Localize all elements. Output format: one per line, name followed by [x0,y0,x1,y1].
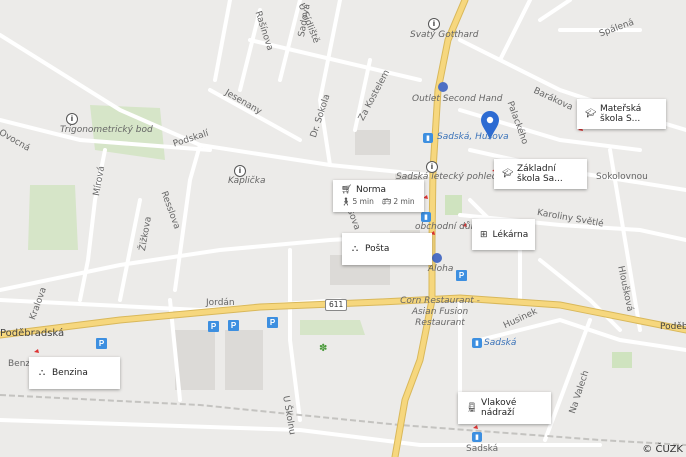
poi-card-posta[interactable]: ⛬ Pošta [342,233,432,265]
pharmacy-cross-icon: ⊞ [480,229,488,240]
parking-icon[interactable]: P [267,317,278,328]
copyright-label: © ČUZK [642,444,683,455]
street-label: Poděbradská [0,328,65,339]
parking-icon[interactable]: P [208,321,219,332]
bus-stop-icon[interactable]: ▮ [421,212,431,222]
poi-card-norma[interactable]: 🛒︎ Norma 🚶︎ 5 min 🚌︎ 2 min [333,180,424,212]
green-area [612,352,632,368]
place-label-obchodni-dum: obchodní dům [415,222,480,232]
poi-card-label: Mateřská škola S... [600,104,642,124]
poi-card-label: Základní škola Sa... [517,164,563,184]
poi-card-vlakove-nadrazi[interactable]: 🚆︎ Vlakové nádraží [458,392,551,424]
green-area [300,320,365,335]
place-label-aloha: Aloha [428,264,454,274]
place-label-outlet: Outlet Second Hand [412,94,503,104]
graduation-cap-icon: 🎓︎ [585,109,597,119]
train-station-icon[interactable]: ▮ [472,432,482,442]
shop-icon[interactable] [432,253,442,263]
route-shield: 611 [325,299,348,311]
place-label-trig-point: Trigonometrický bod [60,125,153,135]
poi-card-label: Benzina [52,368,88,378]
graduation-cap-icon: 🎓︎ [502,169,514,179]
place-label-sadska-husova: Sadská, Husova [437,132,509,142]
walking-icon: 🚶︎ [341,197,351,206]
place-label-kaplicka: Kaplička [228,176,266,186]
place-label-svaty-gotthard: Svatý Gotthard [410,30,479,40]
network-icon: ⛬ [351,244,359,254]
bus-stop-icon[interactable]: ▮ [423,133,433,143]
shopping-cart-icon: 🛒︎ [341,185,353,195]
place-label-corn-restaurant: Corn Restaurant - Asian Fusion Restauran… [400,296,480,328]
poi-card-label: Vlakové nádraží [481,398,517,418]
street-label: Sokolovnou [596,172,648,182]
poi-card-label: Lékárna [492,229,529,240]
bus-stop-icon[interactable]: ▮ [472,338,482,348]
bus-icon: 🚌︎ [381,197,392,206]
place-label-sadska-station: Sadská [466,444,499,454]
poi-card-label: Pošta [365,244,390,254]
street-label: Poděbradská [660,322,686,332]
shop-icon[interactable] [438,82,448,92]
map-canvas[interactable]: Svatý Gotthard Outlet Second Hand Trigon… [0,0,686,457]
place-label-sadska-bus: Sadská [484,338,517,348]
walk-time: 5 min [352,197,374,206]
playground-icon[interactable]: ✽ [319,343,327,354]
info-icon[interactable]: i [66,113,78,125]
green-area [28,185,78,250]
info-icon[interactable]: i [234,165,246,177]
poi-card-lekarna[interactable]: ⊞ Lékárna [472,219,535,250]
parking-icon[interactable]: P [228,320,239,331]
train-icon: 🚆︎ [466,403,478,413]
network-icon: ⛬ [38,368,46,378]
info-icon[interactable]: i [426,161,438,173]
poi-card-benzina[interactable]: ⛬ Benzina [29,357,120,389]
street-label: Jordán [206,298,235,308]
info-icon[interactable]: i [428,18,440,30]
parking-icon[interactable]: P [456,270,467,281]
parking-icon[interactable]: P [96,338,107,349]
poi-card-zakladni-skola[interactable]: 🎓︎ Základní škola Sa... [494,159,587,189]
poi-card-label: Norma [356,185,387,195]
green-area [445,195,462,215]
transit-time: 2 min [393,197,415,206]
poi-card-materska-skola[interactable]: 🎓︎ Mateřská škola S... [577,99,666,129]
